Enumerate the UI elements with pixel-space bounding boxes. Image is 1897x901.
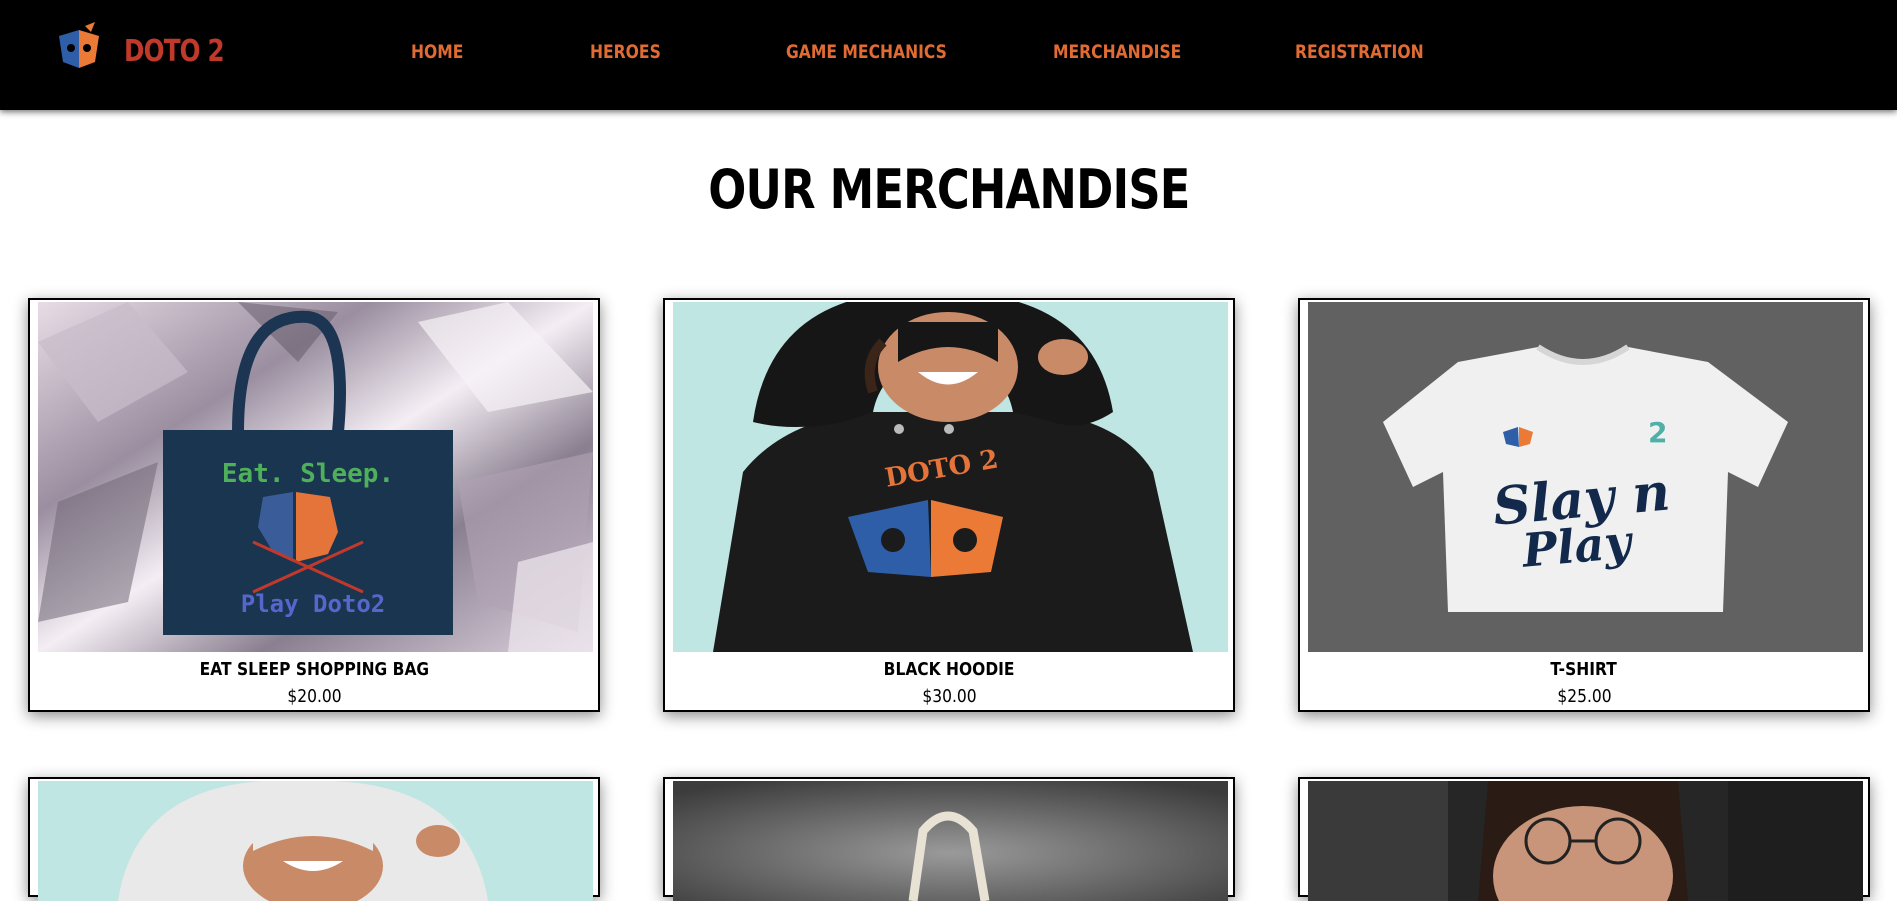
bag-print-bottom: Play Doto2 bbox=[241, 590, 386, 618]
product-card-man-portrait[interactable] bbox=[1298, 777, 1870, 901]
product-name: BLACK HOODIE bbox=[883, 659, 1015, 680]
product-card-t-shirt[interactable]: 2 Slay n Play T-SHIRT $25.00 bbox=[1298, 298, 1870, 712]
product-image-shopping-bag: Eat. Sleep. Play Doto2 bbox=[38, 302, 593, 652]
product-image-tote-bag bbox=[673, 781, 1228, 901]
nav-heroes[interactable]: HEROES bbox=[590, 41, 661, 63]
tshirt-print-line2: Play bbox=[1518, 514, 1636, 578]
product-card-white-hoodie[interactable] bbox=[28, 777, 600, 901]
top-navigation-bar: DOTO 2 HOME HEROES GAME MECHANICS MERCHA… bbox=[0, 0, 1897, 110]
product-name: T-SHIRT bbox=[1550, 659, 1618, 680]
page-title: OUR MERCHANDISE bbox=[707, 158, 1190, 221]
product-card-shopping-bag[interactable]: Eat. Sleep. Play Doto2 EAT SLEEP SHOPPIN… bbox=[28, 298, 600, 712]
product-price: $25.00 bbox=[1556, 686, 1612, 707]
nav-registration[interactable]: REGISTRATION bbox=[1295, 41, 1424, 63]
product-name: EAT SLEEP SHOPPING BAG bbox=[199, 659, 429, 680]
product-image-white-hoodie bbox=[38, 781, 593, 901]
nav-merchandise[interactable]: MERCHANDISE bbox=[1053, 41, 1181, 63]
product-image-black-hoodie: DOTO 2 bbox=[673, 302, 1228, 652]
doto-logo-icon[interactable] bbox=[51, 22, 107, 74]
nav-home[interactable]: HOME bbox=[411, 41, 463, 63]
brand-name[interactable]: DOTO 2 bbox=[124, 34, 225, 69]
product-card-black-hoodie[interactable]: DOTO 2 BLACK HOODIE $30.00 bbox=[663, 298, 1235, 712]
product-price: $30.00 bbox=[921, 686, 977, 707]
product-price: $20.00 bbox=[286, 686, 342, 707]
nav-game-mechanics[interactable]: GAME MECHANICS bbox=[786, 41, 947, 63]
product-card-tote-bag[interactable] bbox=[663, 777, 1235, 901]
product-image-man-portrait bbox=[1308, 781, 1863, 901]
product-image-t-shirt: 2 Slay n Play bbox=[1308, 302, 1863, 652]
bag-print-top: Eat. Sleep. bbox=[222, 459, 394, 489]
tshirt-brand-print: 2 bbox=[1648, 416, 1667, 449]
